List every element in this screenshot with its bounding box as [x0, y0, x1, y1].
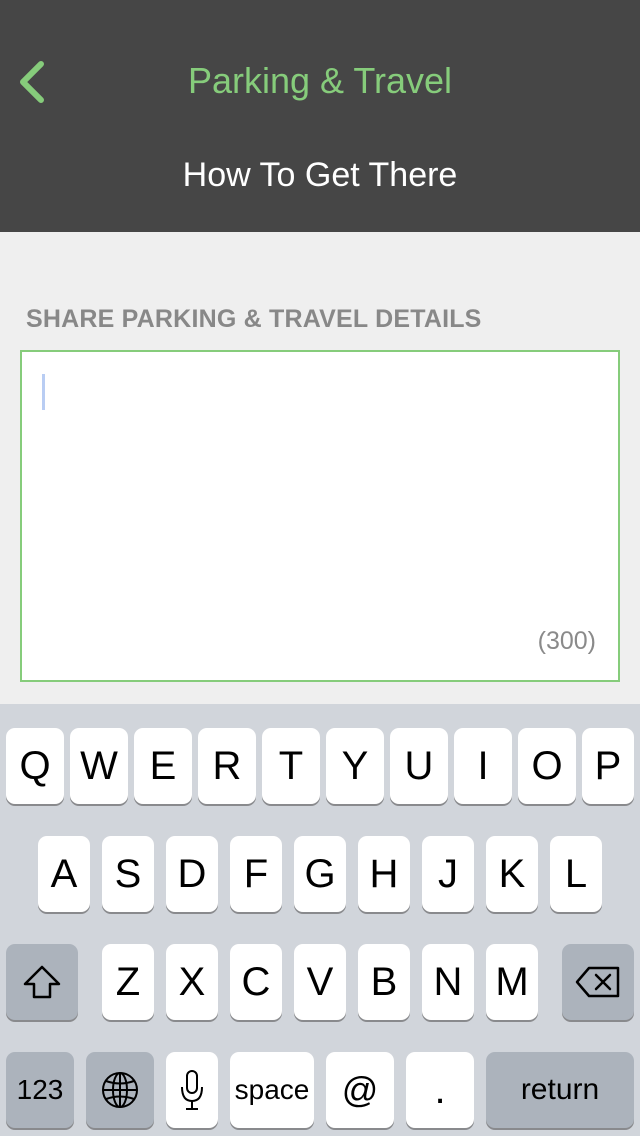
key-n[interactable]: N — [422, 944, 474, 1020]
key-q[interactable]: Q — [6, 728, 64, 804]
key-l[interactable]: L — [550, 836, 602, 912]
key-g[interactable]: G — [294, 836, 346, 912]
keyboard: Q W E R T Y U I O P A S D F G H J K L Z … — [0, 704, 640, 1136]
at-key[interactable]: @ — [326, 1052, 394, 1128]
character-count: (300) — [537, 627, 596, 655]
key-h[interactable]: H — [358, 836, 410, 912]
nav-header: Parking & Travel How To Get There — [0, 0, 640, 232]
key-c[interactable]: C — [230, 944, 282, 1020]
key-f[interactable]: F — [230, 836, 282, 912]
key-u[interactable]: U — [390, 728, 448, 804]
key-t[interactable]: T — [262, 728, 320, 804]
period-key[interactable]: . — [406, 1052, 474, 1128]
key-s[interactable]: S — [102, 836, 154, 912]
return-key[interactable]: return — [486, 1052, 634, 1128]
key-y[interactable]: Y — [326, 728, 384, 804]
shift-icon — [23, 965, 61, 999]
key-a[interactable]: A — [38, 836, 90, 912]
backspace-icon — [575, 966, 620, 998]
key-m[interactable]: M — [486, 944, 538, 1020]
key-w[interactable]: W — [70, 728, 128, 804]
key-i[interactable]: I — [454, 728, 512, 804]
key-r[interactable]: R — [198, 728, 256, 804]
text-cursor — [42, 374, 45, 410]
space-key[interactable]: space — [230, 1052, 314, 1128]
backspace-key[interactable] — [562, 944, 634, 1020]
shift-key[interactable] — [6, 944, 78, 1020]
globe-key[interactable] — [86, 1052, 154, 1128]
key-k[interactable]: K — [486, 836, 538, 912]
page-subtitle: How To Get There — [182, 156, 458, 194]
key-x[interactable]: X — [166, 944, 218, 1020]
globe-icon — [102, 1072, 138, 1108]
numbers-key[interactable]: 123 — [6, 1052, 74, 1128]
key-j[interactable]: J — [422, 836, 474, 912]
microphone-key[interactable] — [166, 1052, 218, 1128]
microphone-icon — [181, 1070, 203, 1110]
key-v[interactable]: V — [294, 944, 346, 1020]
key-d[interactable]: D — [166, 836, 218, 912]
key-z[interactable]: Z — [102, 944, 154, 1020]
details-textarea[interactable]: (300) — [20, 350, 620, 682]
nav-title: Parking & Travel — [187, 60, 453, 101]
key-e[interactable]: E — [134, 728, 192, 804]
section-label: SHARE PARKING & TRAVEL DETAILS — [26, 305, 482, 333]
key-b[interactable]: B — [358, 944, 410, 1020]
key-p[interactable]: P — [582, 728, 634, 804]
key-o[interactable]: O — [518, 728, 576, 804]
